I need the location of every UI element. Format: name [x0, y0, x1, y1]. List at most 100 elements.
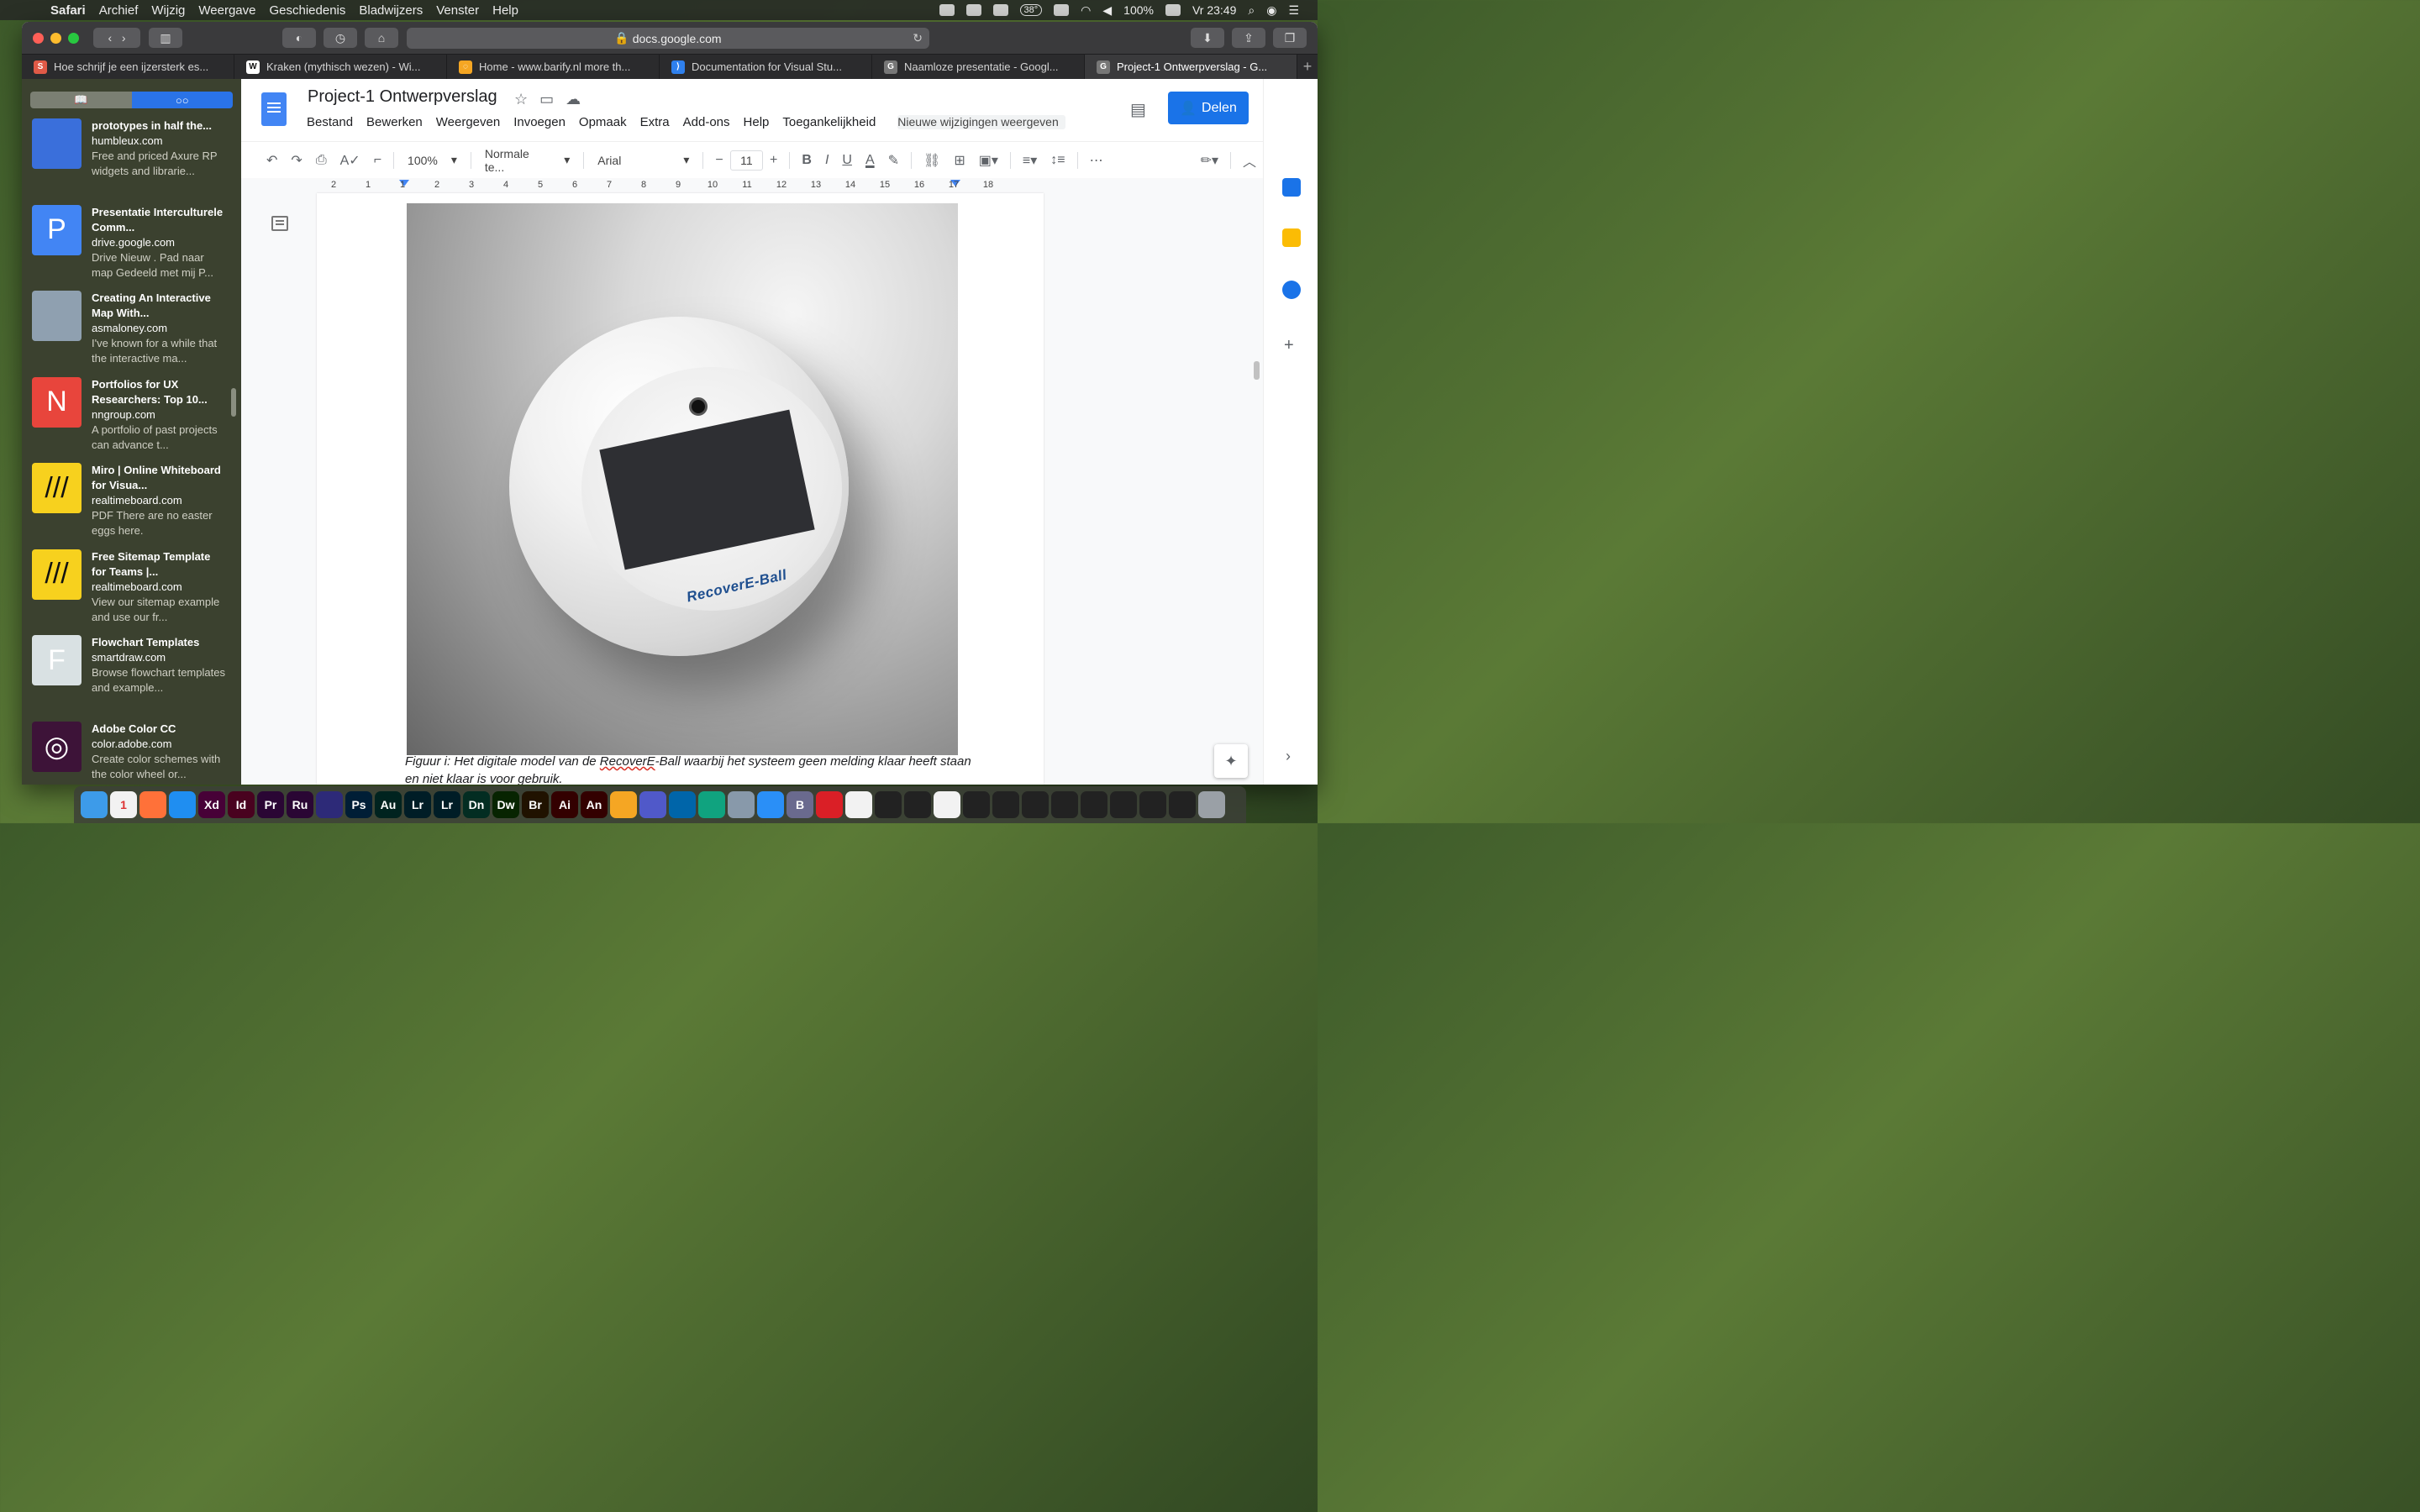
- link-icon[interactable]: ⛓: [917, 152, 947, 169]
- dock-bridge-icon[interactable]: Br: [522, 791, 549, 818]
- font-select[interactable]: Arial ▾: [589, 153, 697, 167]
- notification-center-icon[interactable]: ☰: [1288, 3, 1299, 18]
- home-button[interactable]: ⌂: [365, 28, 398, 48]
- dock-lightroom-icon[interactable]: Lr: [434, 791, 460, 818]
- list-item[interactable]: ◎ Adobe Color CC color.adobe.com Create …: [22, 721, 241, 785]
- add-addon-icon[interactable]: +: [1284, 336, 1294, 355]
- back-forward-buttons[interactable]: ‹ ›: [93, 28, 140, 48]
- spotlight-search-icon[interactable]: ⌕: [1248, 3, 1255, 18]
- insert-image-icon[interactable]: ▣▾: [972, 152, 1005, 169]
- share-page-button[interactable]: ⇪: [1232, 28, 1265, 48]
- history-button[interactable]: ◷: [324, 28, 357, 48]
- privacy-report-button[interactable]: ◐: [282, 28, 316, 48]
- menu-bewerken[interactable]: Bewerken: [366, 115, 429, 129]
- address-bar[interactable]: 🔒 docs.google.com ↻: [407, 28, 929, 49]
- dock-folder-1-icon[interactable]: [875, 791, 902, 818]
- keep-icon[interactable]: [1282, 228, 1301, 247]
- document-scrollbar[interactable]: [1254, 361, 1260, 380]
- menu-wijzig[interactable]: Wijzig: [145, 3, 192, 18]
- paint-format-icon[interactable]: ⌐: [367, 153, 388, 168]
- dock-dreamweaver-icon[interactable]: Dw: [492, 791, 519, 818]
- back-icon[interactable]: ‹: [108, 31, 112, 45]
- more-icon[interactable]: ⋯: [1083, 152, 1110, 169]
- dock-folder-8-icon[interactable]: [1110, 791, 1137, 818]
- spellcheck-icon[interactable]: A✓: [334, 152, 367, 169]
- zoom-select[interactable]: 100% ▾: [399, 153, 466, 167]
- browser-tab[interactable]: S Hoe schrijf je een ijzersterk es...: [22, 55, 234, 79]
- dock-firefox-icon[interactable]: [139, 791, 166, 818]
- dock-folder-9-icon[interactable]: [1139, 791, 1166, 818]
- increase-font-size-icon[interactable]: +: [763, 153, 784, 168]
- minimize-window-button[interactable]: [50, 32, 61, 44]
- dock-document-icon[interactable]: [845, 791, 872, 818]
- undo-icon[interactable]: ↶: [260, 152, 284, 169]
- dock-preview-icon[interactable]: [728, 791, 755, 818]
- text-color-icon[interactable]: A: [859, 153, 881, 168]
- browser-tab-active[interactable]: G Project-1 Ontwerpverslag - G...: [1085, 55, 1297, 79]
- comment-history-icon[interactable]: ▤: [1130, 99, 1146, 120]
- dropbox-icon[interactable]: [939, 4, 955, 16]
- new-tab-button[interactable]: +: [1297, 55, 1318, 79]
- add-comment-icon[interactable]: ⊞: [947, 152, 971, 169]
- dock-lightroom-classic-icon[interactable]: Lr: [404, 791, 431, 818]
- cloud-status-icon[interactable]: ☁: [566, 91, 581, 108]
- menu-add-ons[interactable]: Add-ons: [683, 115, 737, 129]
- dock-photoshop-icon[interactable]: Ps: [345, 791, 372, 818]
- cloud-icon[interactable]: [992, 4, 1008, 16]
- menu-toegankelijkheid[interactable]: Toegankelijkheid: [782, 115, 882, 129]
- list-item[interactable]: F Flowchart Templates smartdraw.com Brow…: [22, 635, 241, 722]
- dock-chatgpt-icon[interactable]: [698, 791, 725, 818]
- sidebar-toggle-button[interactable]: ▥: [149, 28, 182, 48]
- dock-creative-cloud-icon[interactable]: [816, 791, 843, 818]
- docs-logo-icon[interactable]: [261, 92, 287, 126]
- menu-archief[interactable]: Archief: [92, 3, 145, 18]
- dock-folder-3-icon[interactable]: [963, 791, 990, 818]
- dock-folder-2-icon[interactable]: [904, 791, 931, 818]
- browser-tab[interactable]: ◌ Home - www.barify.nl more th...: [447, 55, 660, 79]
- wifi-icon[interactable]: ◠: [1081, 3, 1091, 18]
- document-outline-icon[interactable]: [271, 216, 288, 231]
- dock-premiere-icon[interactable]: Pr: [257, 791, 284, 818]
- menu-app-name[interactable]: Safari: [44, 3, 92, 18]
- redo-icon[interactable]: ↷: [284, 152, 308, 169]
- dock-rush-icon[interactable]: Ru: [287, 791, 313, 818]
- figure-caption[interactable]: Figuur i: Het digitale model van de Reco…: [405, 753, 976, 785]
- dock-xd-icon[interactable]: Xd: [198, 791, 225, 818]
- italic-icon[interactable]: I: [818, 153, 835, 168]
- dock-animate-icon[interactable]: An: [581, 791, 608, 818]
- list-item[interactable]: Creating An Interactive Map With... asma…: [22, 291, 241, 377]
- dock-illustrator-icon[interactable]: Ai: [551, 791, 578, 818]
- bookmarks-tab[interactable]: 📖: [30, 92, 132, 108]
- share-button[interactable]: 👤 Delen: [1168, 92, 1249, 124]
- menu-help[interactable]: Help: [486, 3, 525, 18]
- align-icon[interactable]: ≡▾: [1016, 152, 1044, 169]
- reload-icon[interactable]: ↻: [913, 31, 923, 45]
- list-item[interactable]: /// Miro | Online Whiteboard for Visua..…: [22, 463, 241, 549]
- maximize-window-button[interactable]: [68, 32, 79, 44]
- browser-tab[interactable]: G Naamloze presentatie - Googl...: [872, 55, 1085, 79]
- clock[interactable]: Vr 23:49: [1192, 3, 1236, 17]
- dock-folder-6-icon[interactable]: [1051, 791, 1078, 818]
- list-item[interactable]: prototypes in half the... humbleux.com F…: [22, 118, 241, 205]
- decrease-font-size-icon[interactable]: −: [708, 153, 729, 168]
- view-changes-link[interactable]: Nieuwe wijzigingen weergeven: [897, 115, 1065, 129]
- menu-venster[interactable]: Venster: [429, 3, 486, 18]
- font-size-input[interactable]: 11: [729, 150, 764, 171]
- volume-icon[interactable]: ◀: [1102, 3, 1112, 18]
- line-spacing-icon[interactable]: ↕≡: [1044, 153, 1071, 168]
- dock-dimension-icon[interactable]: Dn: [463, 791, 490, 818]
- dock-storyboard-icon[interactable]: [316, 791, 343, 818]
- dock-vscode-icon[interactable]: [669, 791, 696, 818]
- dock-finder-icon[interactable]: [81, 791, 108, 818]
- dock-brackets-icon[interactable]: B: [786, 791, 813, 818]
- browser-tab[interactable]: ⟩ Documentation for Visual Stu...: [660, 55, 872, 79]
- underline-icon[interactable]: U: [835, 153, 859, 168]
- menu-geschiedenis[interactable]: Geschiedenis: [262, 3, 352, 18]
- dock-keynote-icon[interactable]: [757, 791, 784, 818]
- dock-indesign-icon[interactable]: Id: [228, 791, 255, 818]
- dock-folder-5-icon[interactable]: [1022, 791, 1049, 818]
- browser-tab[interactable]: W Kraken (mythisch wezen) - Wi...: [234, 55, 447, 79]
- print-icon[interactable]: ⎙: [309, 153, 334, 168]
- list-item[interactable]: N Portfolios for UX Researchers: Top 10.…: [22, 376, 241, 464]
- dock-teams-icon[interactable]: [639, 791, 666, 818]
